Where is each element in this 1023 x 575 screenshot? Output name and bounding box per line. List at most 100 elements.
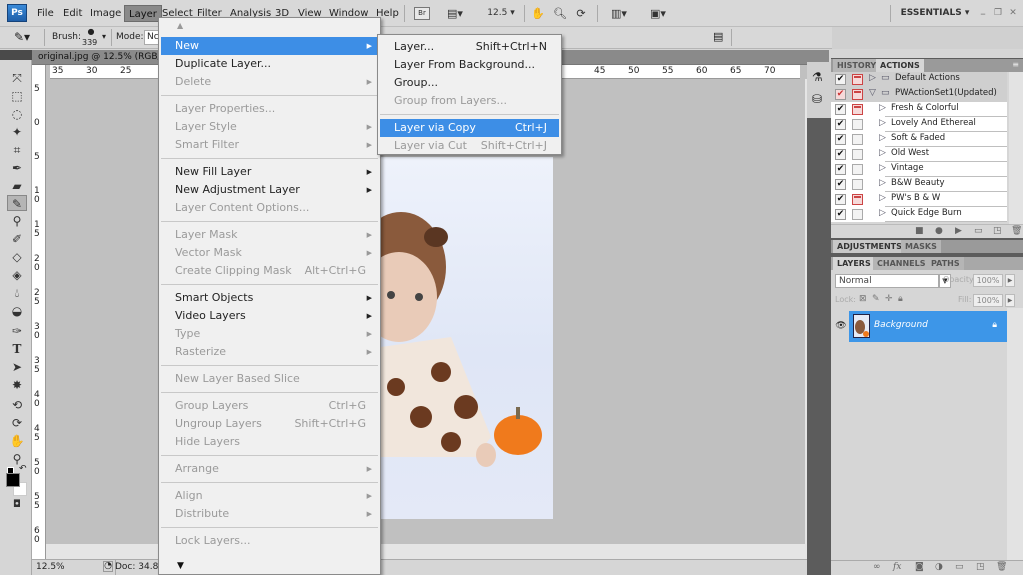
expand-triangle-icon[interactable]: ▷: [879, 133, 886, 143]
dialog-toggle-checkbox[interactable]: [852, 104, 863, 115]
action-row[interactable]: ✔ ▷ PW's B & W: [831, 192, 1007, 207]
lock-transparency-icon[interactable]: ⊠: [859, 294, 867, 304]
menu-item-layer-from-background[interactable]: Layer From Background...: [380, 56, 559, 74]
brush-tool-icon[interactable]: ✎: [7, 195, 27, 211]
layer-name[interactable]: Background: [874, 320, 928, 330]
expand-triangle-icon[interactable]: ▷: [869, 73, 876, 83]
menu-item-new-layer-based-slice[interactable]: New Layer Based Slice: [161, 370, 378, 388]
menu-item-ungroup-layers[interactable]: Ungroup Layers Shift+Ctrl+G: [161, 415, 378, 433]
record-icon[interactable]: ●: [935, 226, 943, 236]
action-row[interactable]: ✔ ▷ Vintage: [831, 162, 1007, 177]
menu-item-layer-content-options[interactable]: Layer Content Options...: [161, 199, 378, 217]
hand-tool-icon[interactable]: ✋: [531, 5, 545, 22]
menu-item-video-layers[interactable]: Video Layers ▶: [161, 307, 378, 325]
action-toggle-checkbox[interactable]: ✔: [835, 164, 846, 175]
tab-history[interactable]: HISTORY: [833, 59, 881, 72]
marquee-tool-icon[interactable]: ⬚: [7, 88, 27, 104]
expand-triangle-icon[interactable]: ▷: [879, 103, 886, 113]
crop-tool-icon[interactable]: ⌗: [7, 142, 27, 158]
layer-row[interactable]: 👁︎ Background 🔒︎: [831, 311, 1007, 343]
action-toggle-checkbox[interactable]: ✔: [835, 194, 846, 205]
collapse-triangle-icon[interactable]: ▽: [869, 88, 876, 98]
zoom-tool-icon[interactable]: 🔍︎: [553, 5, 567, 22]
screen-mode-icon[interactable]: ▣▾: [645, 5, 671, 22]
magic-wand-tool-icon[interactable]: ✦: [7, 124, 27, 140]
dialog-toggle-checkbox[interactable]: [852, 194, 863, 205]
layer-visibility-eye-icon[interactable]: 👁︎: [835, 320, 847, 332]
menu-file[interactable]: File: [33, 5, 58, 22]
brush-size[interactable]: 339: [82, 38, 97, 47]
layers-scrollbar[interactable]: [1007, 308, 1023, 560]
dialog-toggle-checkbox[interactable]: [852, 89, 863, 100]
zoom-level-dropdown[interactable]: 12.5 ▾: [484, 5, 518, 22]
rotate-view-icon[interactable]: ⟳: [574, 5, 588, 22]
view-extras-icon[interactable]: ▤▾: [443, 5, 467, 22]
action-row[interactable]: ✔ ▷ Soft & Faded: [831, 132, 1007, 147]
new-group-icon[interactable]: ▭: [955, 562, 964, 572]
minimize-button[interactable]: –: [978, 5, 988, 22]
action-row[interactable]: ✔ ▷ Lovely And Ethereal: [831, 117, 1007, 132]
tab-masks[interactable]: MASKS: [901, 240, 941, 253]
expand-triangle-icon[interactable]: ▷: [879, 163, 886, 173]
action-toggle-checkbox[interactable]: ✔: [835, 119, 846, 130]
menu-item-type[interactable]: Type ▶: [161, 325, 378, 343]
expand-triangle-icon[interactable]: ▷: [879, 178, 886, 188]
action-row[interactable]: ✔ ▷ ▭ Default Actions: [831, 72, 1007, 87]
hand-tool-icon[interactable]: ✋: [7, 433, 27, 449]
eraser-tool-icon[interactable]: ◇: [7, 249, 27, 265]
menu-item-rasterize[interactable]: Rasterize ▶: [161, 343, 378, 361]
menu-image[interactable]: Image: [86, 5, 125, 22]
menu-item-duplicate-layer[interactable]: Duplicate Layer...: [161, 55, 378, 73]
healing-brush-tool-icon[interactable]: ▰: [7, 178, 27, 194]
dialog-toggle-checkbox[interactable]: [852, 134, 863, 145]
new-set-icon[interactable]: ▭: [974, 226, 983, 236]
menu-item-layer[interactable]: Layer... Shift+Ctrl+N: [380, 38, 559, 56]
arrange-documents-icon[interactable]: ▥▾: [606, 5, 632, 22]
path-selection-tool-icon[interactable]: ➤: [7, 359, 27, 375]
menu-item-arrange[interactable]: Arrange ▶: [161, 460, 378, 478]
swap-colors-icon[interactable]: ↶: [19, 464, 27, 474]
dialog-toggle-checkbox[interactable]: [852, 119, 863, 130]
tab-adjustments[interactable]: ADJUSTMENTS: [833, 240, 906, 253]
brush-preview-icon[interactable]: ●: [84, 27, 98, 36]
menu-item-lock-layers[interactable]: Lock Layers...: [161, 532, 378, 550]
action-row[interactable]: ✔ ▷ Fresh & Colorful: [831, 102, 1007, 117]
workspace-switcher[interactable]: ESSENTIALS ▾: [899, 5, 971, 22]
pen-tool-icon[interactable]: ✑: [7, 323, 27, 339]
scroll-up-arrow-icon[interactable]: ▲: [177, 21, 183, 30]
tab-layers[interactable]: LAYERS: [833, 257, 875, 270]
menu-item-vector-mask[interactable]: Vector Mask ▶: [161, 244, 378, 262]
menu-item-layer-style[interactable]: Layer Style ▶: [161, 118, 378, 136]
menu-item-layer-via-cut[interactable]: Layer via Cut Shift+Ctrl+J: [380, 137, 559, 155]
dialog-toggle-checkbox[interactable]: [852, 209, 863, 220]
add-mask-icon[interactable]: ◙: [915, 562, 924, 572]
3d-rotate-tool-icon[interactable]: ⟲: [7, 397, 27, 413]
menu-item-new[interactable]: New ▶: [161, 37, 378, 55]
add-layer-style-icon[interactable]: fx: [893, 562, 901, 572]
action-toggle-checkbox[interactable]: ✔: [835, 209, 846, 220]
tools-panel-header[interactable]: [0, 50, 32, 60]
dialog-toggle-checkbox[interactable]: [852, 74, 863, 85]
actions-scrollbar[interactable]: [1009, 72, 1023, 224]
menu-item-layer-mask[interactable]: Layer Mask ▶: [161, 226, 378, 244]
menu-item-distribute[interactable]: Distribute ▶: [161, 505, 378, 523]
canvas-image[interactable]: [356, 157, 553, 519]
action-toggle-checkbox[interactable]: ✔: [835, 134, 846, 145]
menu-item-delete[interactable]: Delete ▶: [161, 73, 378, 91]
expand-triangle-icon[interactable]: ▷: [879, 118, 886, 128]
blur-tool-icon[interactable]: 💧︎: [7, 285, 27, 301]
delete-icon[interactable]: 🗑︎: [1011, 226, 1022, 236]
menu-item-hide-layers[interactable]: Hide Layers: [161, 433, 378, 451]
paint-bucket-tool-icon[interactable]: ◈: [7, 267, 27, 283]
dialog-toggle-checkbox[interactable]: [852, 149, 863, 160]
zoom-field[interactable]: 12.5%: [36, 562, 65, 572]
new-layer-icon[interactable]: ◳: [976, 562, 985, 572]
clone-stamp-tool-icon[interactable]: ⚲: [7, 213, 27, 229]
lock-position-icon[interactable]: ✛: [885, 294, 893, 304]
action-row[interactable]: ✔ ▽ ▭ PWActionSet1(Updated): [831, 87, 1007, 102]
action-toggle-checkbox[interactable]: ✔: [835, 179, 846, 190]
close-button[interactable]: ✕: [1008, 5, 1018, 22]
action-row[interactable]: ✔ ▷ Quick Edge Burn: [831, 207, 1007, 222]
scroll-down-arrow-icon[interactable]: ▼: [177, 561, 184, 571]
fill-slider-button[interactable]: ▶: [1005, 294, 1015, 307]
